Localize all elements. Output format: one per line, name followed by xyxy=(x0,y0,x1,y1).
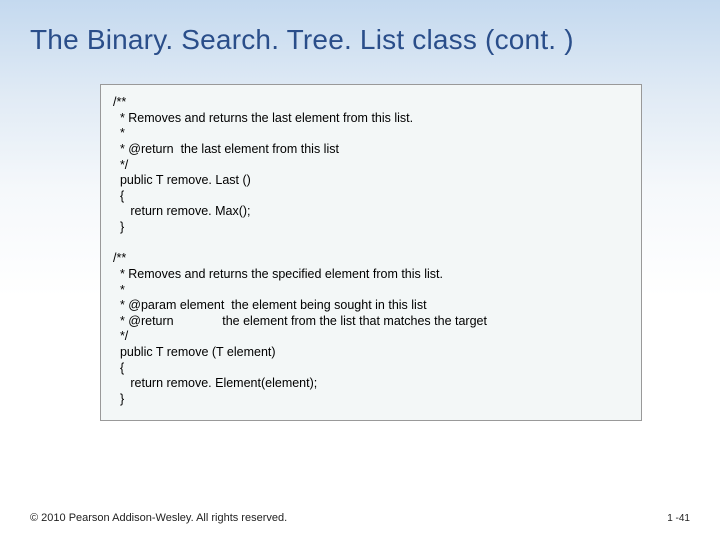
slide-title: The Binary. Search. Tree. List class (co… xyxy=(30,24,690,56)
code-block: /** * Removes and returns the last eleme… xyxy=(100,84,642,421)
page-number: 1 -41 xyxy=(667,513,690,524)
slide: The Binary. Search. Tree. List class (co… xyxy=(0,0,720,540)
footer: © 2010 Pearson Addison-Wesley. All right… xyxy=(30,512,690,524)
copyright-text: © 2010 Pearson Addison-Wesley. All right… xyxy=(30,512,287,524)
